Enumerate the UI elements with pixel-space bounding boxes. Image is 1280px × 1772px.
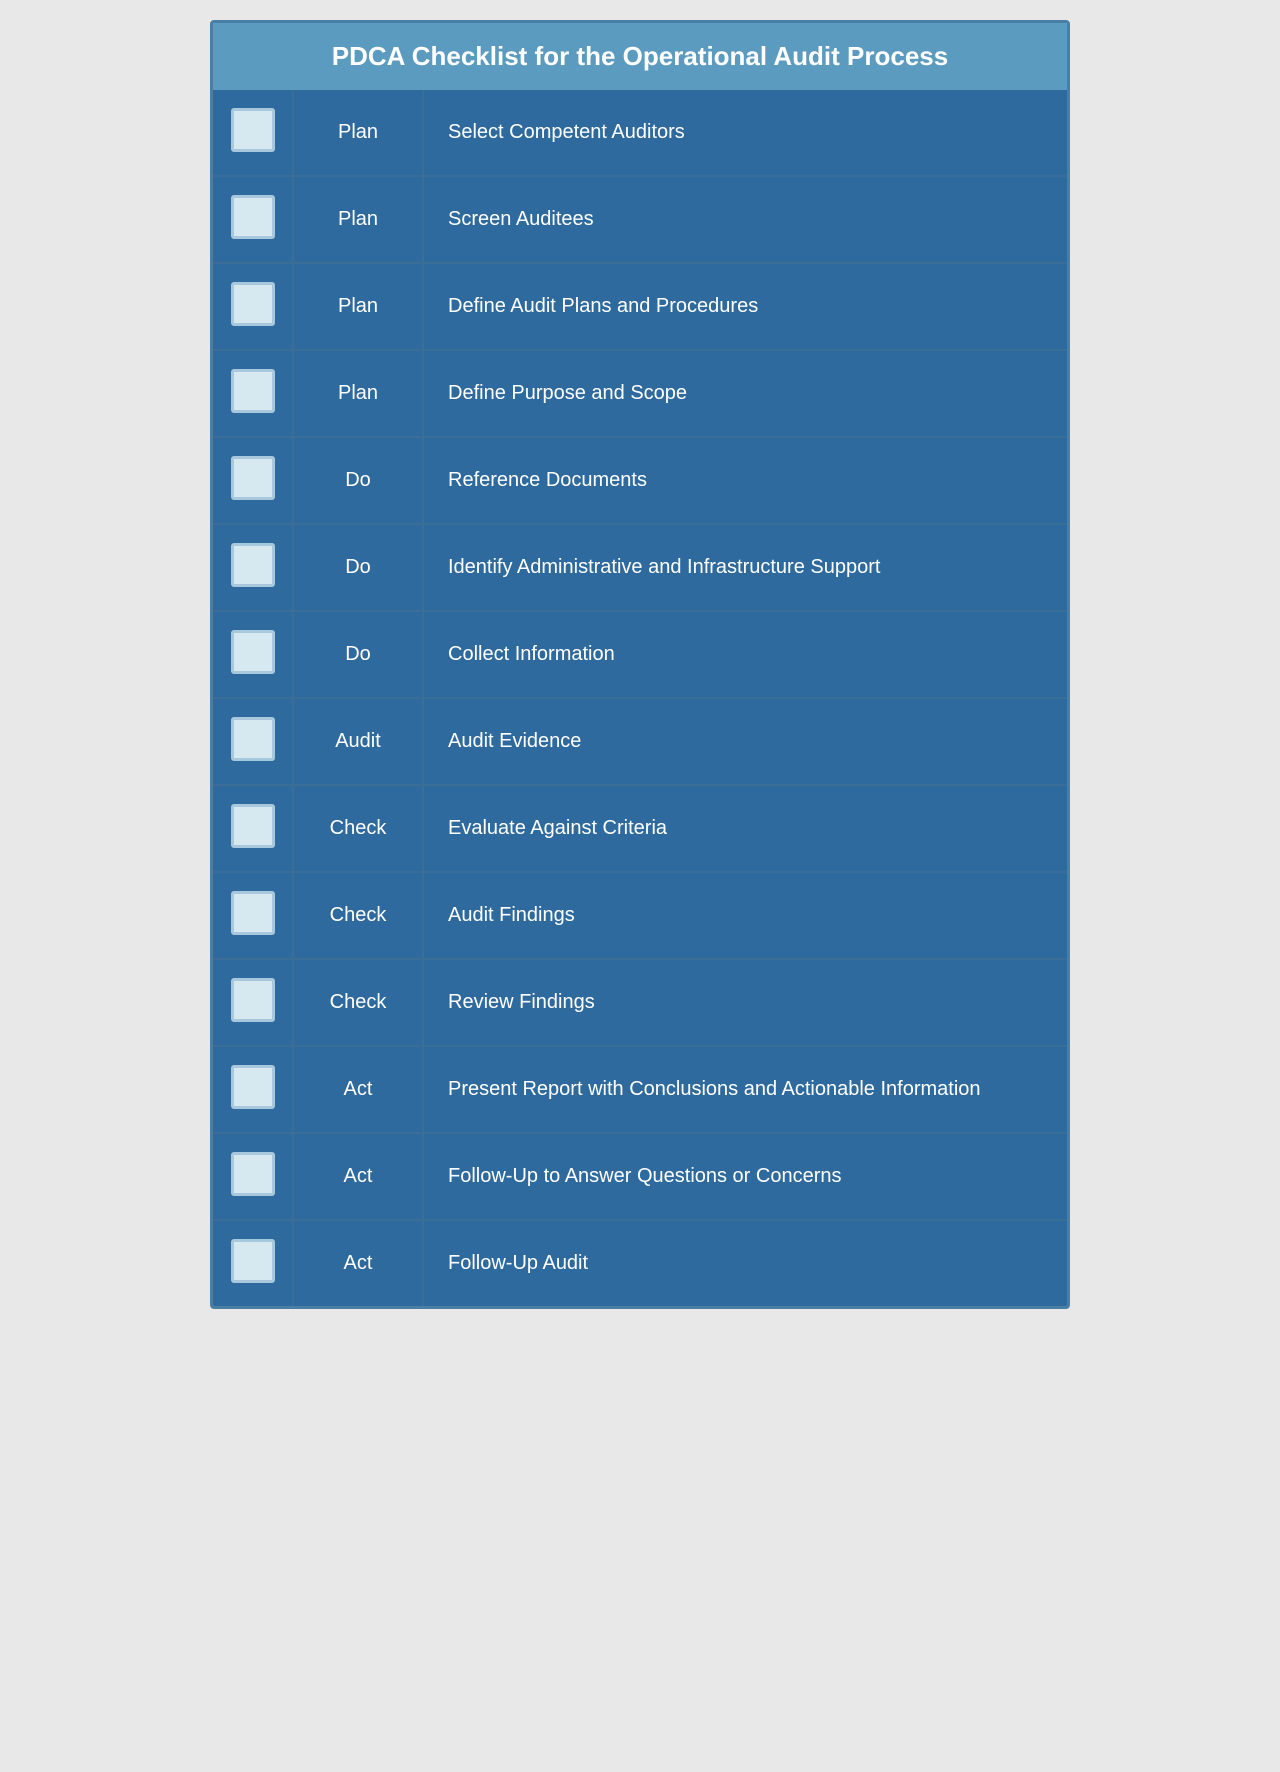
table-row: Plan Define Purpose and Scope: [213, 350, 1067, 437]
table-row: Check Review Findings: [213, 959, 1067, 1046]
checklist-header: PDCA Checklist for the Operational Audit…: [213, 23, 1067, 90]
phase-cell: Check: [293, 959, 423, 1046]
checkbox[interactable]: [231, 630, 275, 674]
phase-cell: Plan: [293, 263, 423, 350]
checkbox[interactable]: [231, 108, 275, 152]
checkbox[interactable]: [231, 195, 275, 239]
table-row: Check Evaluate Against Criteria: [213, 785, 1067, 872]
checkbox-cell: [213, 1133, 293, 1220]
checklist-title: PDCA Checklist for the Operational Audit…: [233, 41, 1047, 72]
phase-cell: Act: [293, 1046, 423, 1133]
description-cell: Evaluate Against Criteria: [423, 785, 1067, 872]
checkbox-cell: [213, 1046, 293, 1133]
phase-cell: Plan: [293, 90, 423, 176]
checkbox[interactable]: [231, 978, 275, 1022]
phase-cell: Check: [293, 872, 423, 959]
table-row: Plan Screen Auditees: [213, 176, 1067, 263]
checkbox[interactable]: [231, 1239, 275, 1283]
description-cell: Audit Evidence: [423, 698, 1067, 785]
phase-cell: Act: [293, 1220, 423, 1306]
phase-cell: Do: [293, 611, 423, 698]
phase-cell: Do: [293, 524, 423, 611]
description-cell: Define Purpose and Scope: [423, 350, 1067, 437]
description-cell: Follow-Up Audit: [423, 1220, 1067, 1306]
description-cell: Identify Administrative and Infrastructu…: [423, 524, 1067, 611]
description-cell: Audit Findings: [423, 872, 1067, 959]
checkbox[interactable]: [231, 804, 275, 848]
checkbox-cell: [213, 350, 293, 437]
table-row: Plan Define Audit Plans and Procedures: [213, 263, 1067, 350]
description-cell: Reference Documents: [423, 437, 1067, 524]
phase-cell: Act: [293, 1133, 423, 1220]
phase-cell: Plan: [293, 350, 423, 437]
checkbox-cell: [213, 611, 293, 698]
checkbox-cell: [213, 698, 293, 785]
table-row: Do Reference Documents: [213, 437, 1067, 524]
checkbox[interactable]: [231, 369, 275, 413]
description-cell: Define Audit Plans and Procedures: [423, 263, 1067, 350]
description-cell: Present Report with Conclusions and Acti…: [423, 1046, 1067, 1133]
table-row: Act Follow-Up to Answer Questions or Con…: [213, 1133, 1067, 1220]
checklist-table: Plan Select Competent Auditors Plan Scre…: [213, 90, 1067, 1306]
phase-cell: Do: [293, 437, 423, 524]
phase-cell: Plan: [293, 176, 423, 263]
phase-cell: Audit: [293, 698, 423, 785]
checkbox-cell: [213, 176, 293, 263]
table-row: Act Present Report with Conclusions and …: [213, 1046, 1067, 1133]
checkbox[interactable]: [231, 891, 275, 935]
description-cell: Follow-Up to Answer Questions or Concern…: [423, 1133, 1067, 1220]
checkbox-cell: [213, 872, 293, 959]
table-row: Act Follow-Up Audit: [213, 1220, 1067, 1306]
checkbox[interactable]: [231, 282, 275, 326]
checkbox-cell: [213, 90, 293, 176]
checkbox[interactable]: [231, 1065, 275, 1109]
description-cell: Review Findings: [423, 959, 1067, 1046]
checkbox[interactable]: [231, 543, 275, 587]
phase-cell: Check: [293, 785, 423, 872]
checkbox[interactable]: [231, 456, 275, 500]
checkbox-cell: [213, 785, 293, 872]
checkbox-cell: [213, 1220, 293, 1306]
checkbox-cell: [213, 959, 293, 1046]
table-row: Audit Audit Evidence: [213, 698, 1067, 785]
table-row: Do Identify Administrative and Infrastru…: [213, 524, 1067, 611]
table-row: Do Collect Information: [213, 611, 1067, 698]
checkbox-cell: [213, 263, 293, 350]
checklist-container: PDCA Checklist for the Operational Audit…: [210, 20, 1070, 1309]
description-cell: Select Competent Auditors: [423, 90, 1067, 176]
checkbox[interactable]: [231, 717, 275, 761]
table-row: Check Audit Findings: [213, 872, 1067, 959]
description-cell: Collect Information: [423, 611, 1067, 698]
checkbox[interactable]: [231, 1152, 275, 1196]
checkbox-cell: [213, 437, 293, 524]
checkbox-cell: [213, 524, 293, 611]
description-cell: Screen Auditees: [423, 176, 1067, 263]
table-row: Plan Select Competent Auditors: [213, 90, 1067, 176]
